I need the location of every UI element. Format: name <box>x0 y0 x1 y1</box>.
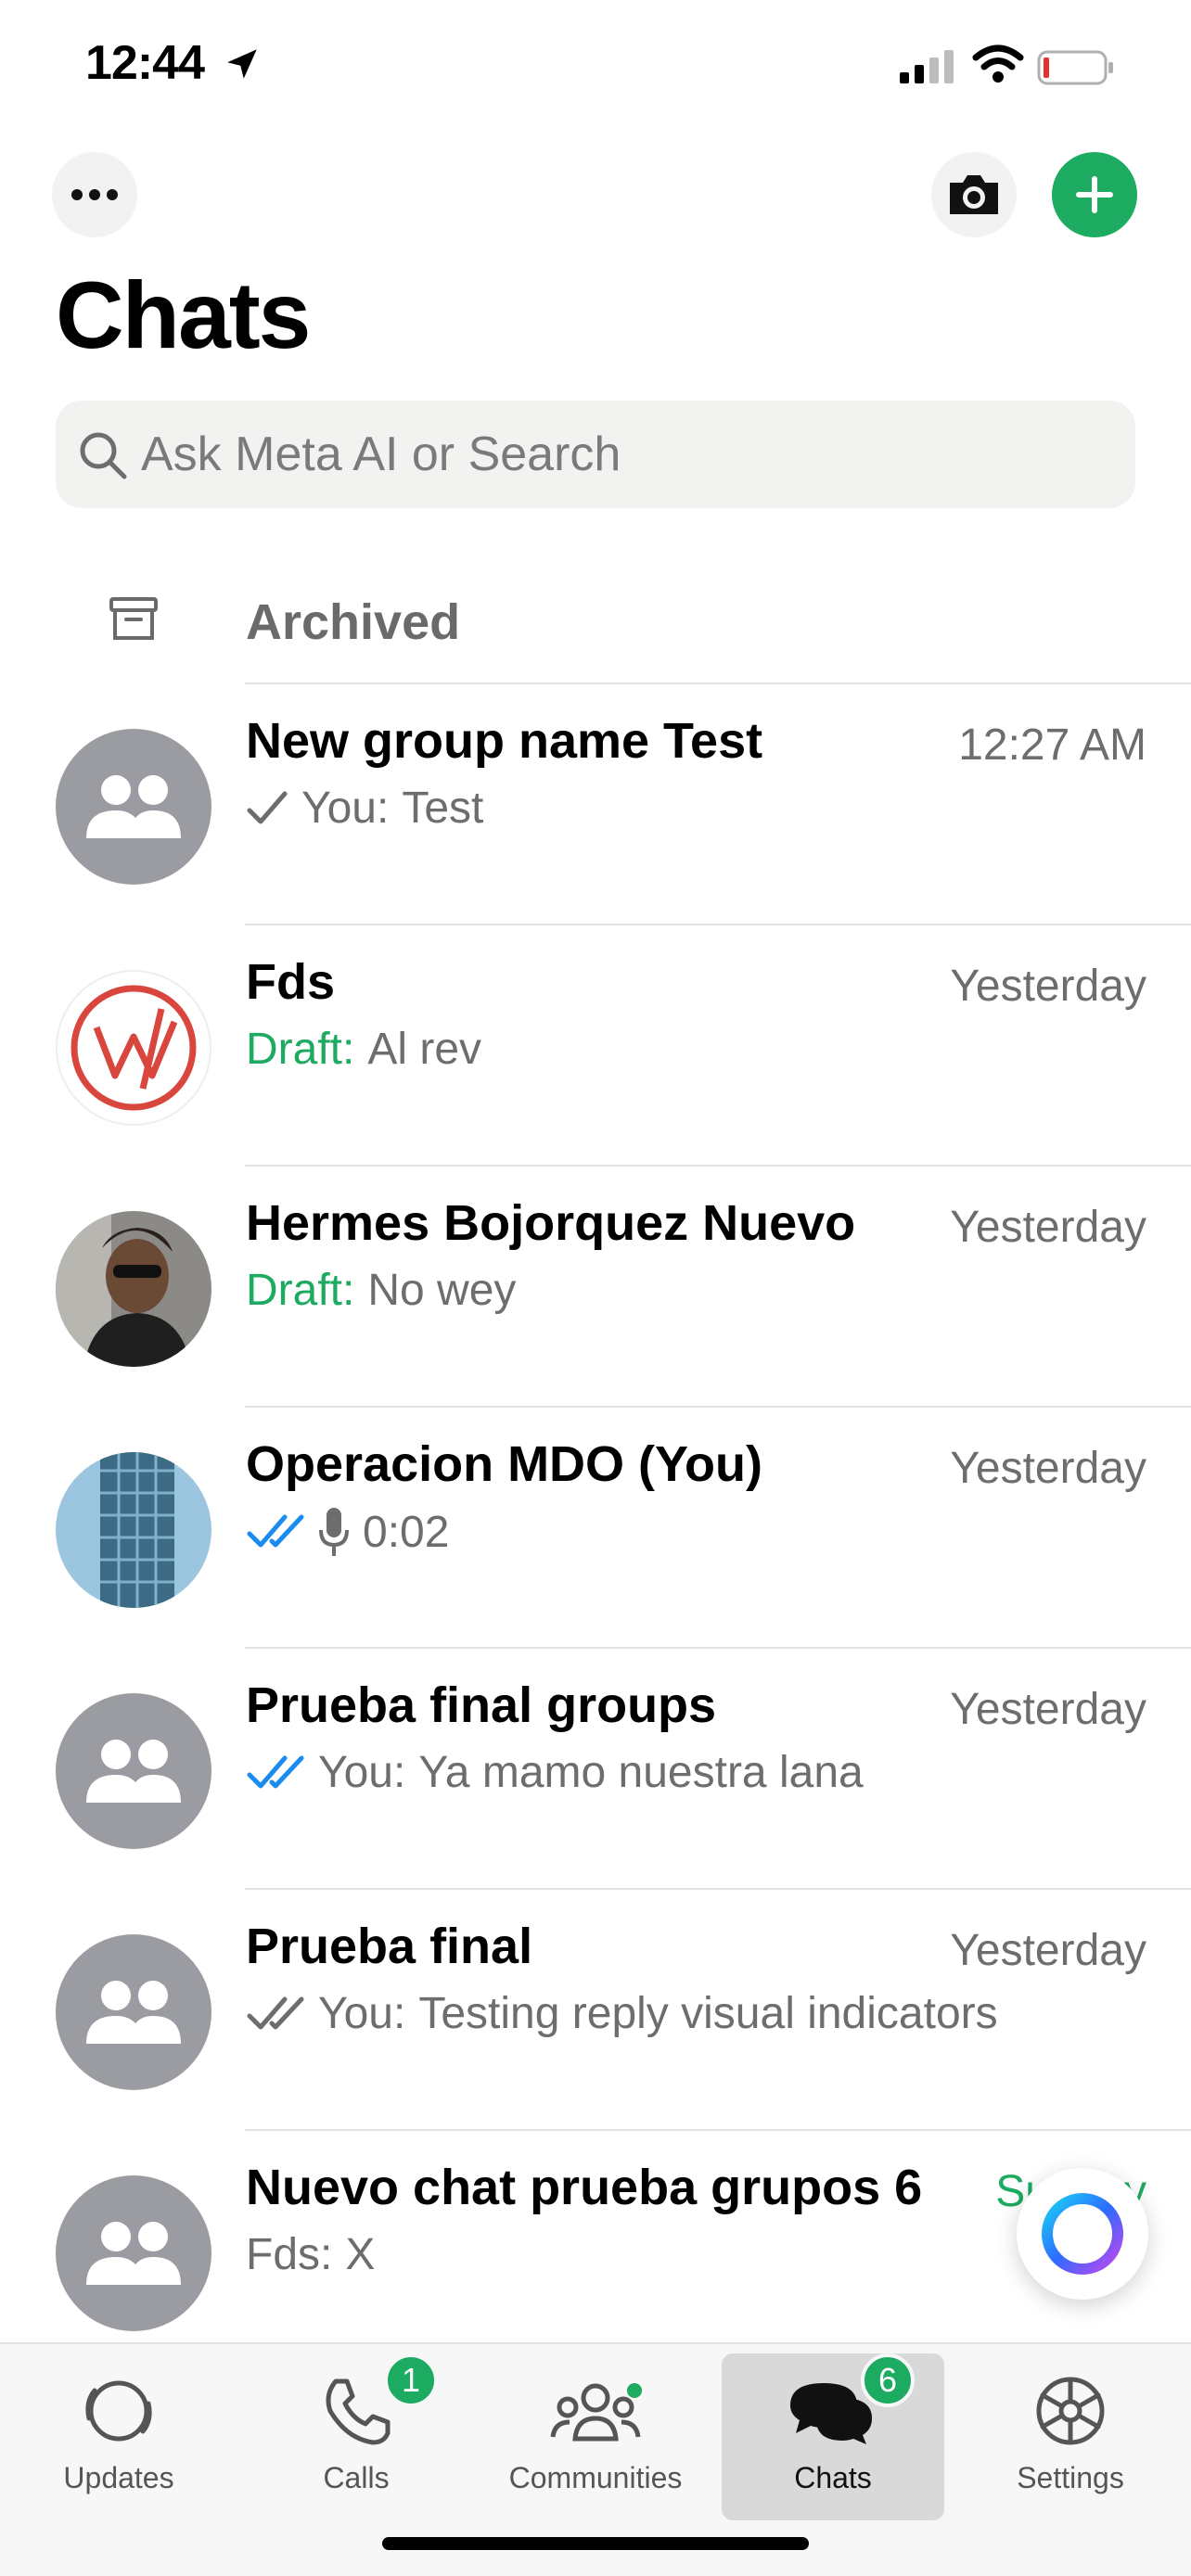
group-icon <box>86 2222 181 2285</box>
page-title: Chats <box>56 262 311 368</box>
chat-time: Yesterday <box>950 1926 1146 1975</box>
archived-row[interactable]: Archived <box>0 566 1191 682</box>
double-check-read-icon <box>246 1513 305 1550</box>
chat-preview: Draft: Al rev <box>246 1024 481 1075</box>
chat-time: Yesterday <box>950 1203 1146 1252</box>
tab-chats[interactable]: Chats 6 <box>722 2353 944 2520</box>
person-photo-icon <box>56 1211 211 1367</box>
chat-row[interactable]: Prueba final groups Yesterday You: Ya ma… <box>0 1649 1191 1890</box>
chat-row[interactable]: Fds Yesterday Draft: Al rev <box>0 925 1191 1167</box>
chat-name: Operacion MDO (You) <box>246 1436 763 1492</box>
chat-name: Hermes Bojorquez Nuevo <box>246 1195 856 1251</box>
chat-preview: You: Ya mamo nuestra lana <box>246 1747 864 1798</box>
new-chat-button[interactable] <box>1052 152 1137 237</box>
chat-time: 12:27 AM <box>958 721 1146 770</box>
tab-label: Settings <box>1017 2461 1124 2494</box>
location-arrow-icon <box>227 49 257 79</box>
status-bar: 12:44 <box>0 0 1191 130</box>
group-avatar <box>56 2175 211 2331</box>
tab-label: Chats <box>794 2461 872 2494</box>
message-text: Test <box>402 784 484 833</box>
updates-icon <box>85 2380 152 2442</box>
chat-name: Nuevo chat prueba grupos 6 <box>246 2160 923 2215</box>
ellipsis-icon <box>71 189 118 200</box>
tab-label: Communities <box>508 2461 683 2494</box>
chat-preview: You: Testing reply visual indicators <box>246 1988 998 2039</box>
building-photo-icon <box>56 1452 211 1608</box>
cellular-signal-icon <box>900 50 954 83</box>
home-indicator <box>382 2537 809 2550</box>
tab-updates[interactable]: Updates <box>7 2353 230 2520</box>
message-text: Testing reply visual indicators <box>418 1989 998 2038</box>
group-avatar <box>56 729 211 885</box>
chat-preview: Draft: No wey <box>246 1265 516 1316</box>
draft-label: Draft: <box>246 1266 355 1315</box>
chats-badge: 6 <box>861 2353 915 2407</box>
chat-name: New group name Test <box>246 713 763 769</box>
profile-photo-avatar <box>56 1211 211 1367</box>
chat-time: Yesterday <box>950 962 1146 1011</box>
chat-time: Yesterday <box>950 1444 1146 1493</box>
group-avatar <box>56 1934 211 2090</box>
chat-preview: 0:02 <box>246 1506 449 1558</box>
tab-label: Updates <box>63 2461 174 2494</box>
more-options-button[interactable] <box>52 152 137 237</box>
camera-icon <box>950 175 998 214</box>
microphone-icon <box>318 1506 350 1558</box>
tab-calls[interactable]: Calls 1 <box>245 2353 467 2520</box>
chat-preview: Fds: X <box>246 2229 375 2280</box>
building-photo-avatar <box>56 1452 211 1608</box>
chat-row[interactable]: Hermes Bojorquez Nuevo Yesterday Draft: … <box>0 1167 1191 1408</box>
sender-label: You: <box>318 1748 406 1797</box>
chat-row[interactable]: New group name Test 12:27 AM You: Test <box>0 684 1191 925</box>
double-check-delivered-icon <box>246 1996 305 2033</box>
battery-icon <box>1037 50 1113 85</box>
group-icon <box>86 1981 181 2044</box>
calls-badge: 1 <box>384 2353 438 2407</box>
chat-time: Yesterday <box>950 1685 1146 1734</box>
status-time: 12:44 <box>85 36 205 90</box>
chat-row[interactable]: Operacion MDO (You) Yesterday 0:02 <box>0 1408 1191 1649</box>
archive-icon <box>109 597 158 640</box>
search-icon <box>80 432 127 479</box>
sender-label: You: <box>318 1989 406 2038</box>
search-bar[interactable] <box>56 401 1135 508</box>
search-input[interactable] <box>141 401 1106 508</box>
meta-ai-ring-icon <box>1042 2193 1123 2275</box>
camera-button[interactable] <box>931 152 1017 237</box>
tab-label: Calls <box>323 2461 390 2494</box>
wifi-icon <box>972 45 1024 83</box>
sender-label: You: <box>301 784 390 833</box>
message-text: No wey <box>367 1266 517 1315</box>
single-check-icon <box>246 790 288 827</box>
message-text: Al rev <box>367 1025 482 1074</box>
logo-avatar <box>56 970 211 1126</box>
archived-label: Archived <box>246 594 461 650</box>
plus-icon <box>1076 176 1113 213</box>
tab-communities[interactable]: Communities <box>484 2353 707 2520</box>
voice-duration: 0:02 <box>363 1507 450 1557</box>
chat-name: Fds <box>246 954 336 1010</box>
double-check-read-icon <box>246 1754 305 1792</box>
chat-row[interactable]: Prueba final Yesterday You: Testing repl… <box>0 1890 1191 2131</box>
draft-label: Draft: <box>246 1025 355 1074</box>
chat-preview: You: Test <box>246 783 483 834</box>
w-logo-icon <box>70 985 197 1111</box>
tab-settings[interactable]: Settings <box>959 2353 1182 2520</box>
sender-label: Fds: <box>246 2230 333 2279</box>
chat-name: Prueba final <box>246 1919 533 1974</box>
chat-name: Prueba final groups <box>246 1677 717 1733</box>
chat-row[interactable]: Nuevo chat prueba grupos 6 Sunday Fds: X <box>0 2131 1191 2342</box>
message-text: X <box>345 2230 376 2279</box>
group-avatar <box>56 1693 211 1849</box>
communities-icon <box>550 2383 642 2442</box>
group-icon <box>86 1740 181 1803</box>
gear-icon <box>1036 2377 1105 2445</box>
meta-ai-button[interactable] <box>1017 2168 1148 2300</box>
group-icon <box>86 775 181 838</box>
message-text: Ya mamo nuestra lana <box>418 1748 864 1797</box>
